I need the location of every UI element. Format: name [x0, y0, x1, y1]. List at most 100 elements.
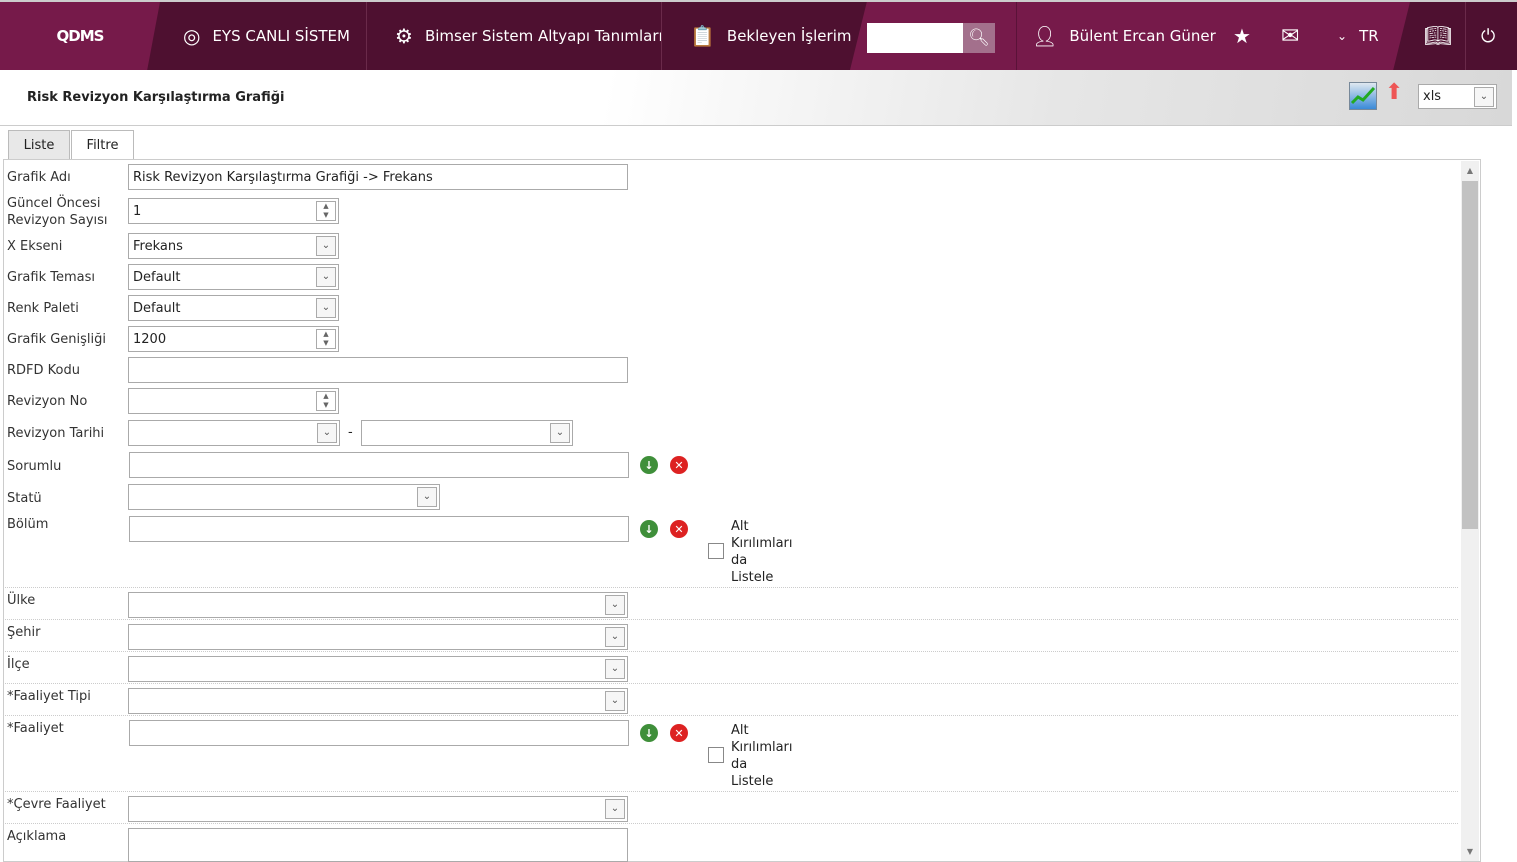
faaliyet-input[interactable]	[129, 720, 629, 746]
label-aciklama: Açıklama	[7, 829, 67, 844]
bolum-input[interactable]	[129, 516, 629, 542]
divider	[366, 2, 367, 70]
select-arrow-down-icon[interactable]: ↓	[640, 520, 658, 538]
revizyon-tarihi-start[interactable]: ⌄	[128, 420, 340, 446]
alt-kirilimlar-label: Alt Kırılımları da Listele	[731, 722, 801, 790]
page-header: Risk Revizyon Karşılaştırma Grafiği ⬆ xl…	[0, 70, 1512, 126]
divider	[1465, 2, 1466, 70]
nav-label: Bekleyen İşlerim	[726, 27, 852, 45]
statu-select[interactable]: ⌄	[128, 484, 440, 510]
label-x-ekseni: X Ekseni	[7, 239, 63, 254]
label-line: Alt	[731, 519, 749, 534]
user-icon: 👤︎	[1032, 24, 1058, 48]
power-icon[interactable]: ⏻	[1481, 2, 1495, 70]
x-ekseni-select[interactable]: Frekans ⌄	[128, 233, 339, 259]
label-guncel-oncesi: Güncel Öncesi Revizyon Sayısı	[7, 195, 108, 229]
export-icon[interactable]: ⬆	[1385, 80, 1403, 105]
chevron-down-icon: ⌄	[317, 423, 337, 443]
label-sehir: Şehir	[7, 625, 41, 640]
spinner-arrows-icon[interactable]: ▲ ▼	[316, 329, 336, 349]
faaliyet-tipi-select[interactable]: ⌄	[128, 688, 628, 714]
qdms-icon: ◎	[183, 24, 201, 48]
select-value: Default	[133, 301, 181, 316]
label-line: Alt	[731, 723, 749, 738]
spinner-arrows-icon[interactable]: ▲ ▼	[316, 201, 336, 221]
tab-liste[interactable]: Liste	[8, 130, 70, 160]
star-icon[interactable]: ★	[1233, 2, 1251, 70]
nav-eys-canli-sistem[interactable]: ◎ EYS CANLI SİSTEM	[183, 2, 350, 70]
lang-label: TR	[1359, 27, 1379, 45]
page-title: Risk Revizyon Karşılaştırma Grafiği	[27, 90, 285, 105]
search-input[interactable]	[867, 23, 963, 53]
grafik-temasi-select[interactable]: Default ⌄	[128, 264, 339, 290]
grafik-genisligi-stepper[interactable]: 1200 ▲ ▼	[128, 326, 339, 352]
chart-icon[interactable]	[1349, 82, 1377, 110]
label-line: Listele	[731, 570, 774, 585]
cevre-faaliyet-select[interactable]: ⌄	[128, 796, 628, 822]
scrollbar-thumb[interactable]	[1462, 181, 1478, 529]
label-grafik-adi: Grafik Adı	[7, 170, 71, 185]
revizyon-sayisi-stepper[interactable]: 1 ▲ ▼	[128, 198, 339, 224]
label-ulke: Ülke	[7, 593, 36, 608]
row-divider	[3, 715, 1458, 716]
nav-label: EYS CANLI SİSTEM	[212, 27, 350, 45]
chevron-down-icon: ⌄	[316, 267, 336, 287]
clear-x-icon[interactable]: ✕	[670, 520, 688, 538]
label-grafik-genisligi: Grafik Genişliği	[7, 332, 107, 347]
select-value: xls	[1423, 89, 1442, 104]
sehir-select[interactable]: ⌄	[128, 624, 628, 650]
select-arrow-down-icon[interactable]: ↓	[640, 724, 658, 742]
grafik-adi-input[interactable]: Risk Revizyon Karşılaştırma Grafiği -> F…	[128, 164, 628, 190]
date-range-separator: -	[348, 425, 353, 440]
nav-label: Bimser Sistem Altyapı Tanımları	[424, 27, 663, 45]
chevron-down-icon: ⌄	[316, 298, 336, 318]
search-icon: 🔍︎	[968, 28, 990, 48]
scroll-up-icon[interactable]: ▲	[1461, 166, 1479, 175]
scroll-down-icon[interactable]: ▼	[1461, 847, 1479, 856]
chevron-down-icon: ⌄	[605, 691, 625, 711]
user-menu[interactable]: 👤︎ Bülent Ercan Güner	[1032, 2, 1216, 70]
chevron-down-icon: ⌄	[1474, 87, 1494, 107]
clear-x-icon[interactable]: ✕	[670, 456, 688, 474]
label-ilce: İlçe	[7, 657, 30, 672]
manual-icon[interactable]: 📖︎	[1424, 2, 1452, 70]
clipboard-icon: 📋	[690, 24, 715, 48]
row-divider	[3, 791, 1458, 792]
spinner-arrows-icon[interactable]: ▲ ▼	[316, 391, 336, 411]
revizyon-tarihi-end[interactable]: ⌄	[361, 420, 573, 446]
rdfd-kodu-input[interactable]	[128, 357, 628, 383]
aciklama-textarea[interactable]	[128, 828, 628, 862]
export-format-select[interactable]: xls ⌄	[1418, 84, 1497, 109]
nav-bekleyen-islerim[interactable]: 📋 Bekleyen İşlerim	[690, 2, 851, 70]
label-line: da	[731, 553, 748, 568]
revizyon-no-stepper[interactable]: ▲ ▼	[128, 388, 339, 414]
ulke-select[interactable]: ⌄	[128, 592, 628, 618]
label-renk-paleti: Renk Paleti	[7, 301, 79, 316]
stepper-value: 1200	[133, 332, 167, 347]
chevron-down-icon: ⌄	[605, 799, 625, 819]
tab-filtre[interactable]: Filtre	[71, 130, 134, 160]
search-button[interactable]: 🔍︎	[963, 23, 995, 53]
row-divider	[3, 651, 1458, 652]
label-revizyon-tarihi: Revizyon Tarihi	[7, 426, 105, 441]
sorumlu-input[interactable]	[129, 452, 629, 478]
language-selector[interactable]: ⌄ TR	[1337, 2, 1379, 70]
select-arrow-down-icon[interactable]: ↓	[640, 456, 658, 474]
label-sorumlu: Sorumlu	[7, 459, 62, 474]
label-statu: Statü	[7, 491, 42, 506]
alt-kirilimlar-checkbox[interactable]	[708, 543, 724, 559]
nav-sistem-altyapi[interactable]: ⚙ Bimser Sistem Altyapı Tanımları	[395, 2, 663, 70]
label-line: Listele	[731, 774, 774, 789]
mail-icon[interactable]: ✉	[1281, 2, 1299, 70]
chevron-down-icon: ⌄	[605, 627, 625, 647]
label-faaliyet: *Faaliyet	[7, 721, 64, 736]
alt-kirilimlar-checkbox[interactable]	[708, 747, 724, 763]
renk-paleti-select[interactable]: Default ⌄	[128, 295, 339, 321]
qdms-logo[interactable]: QDMS	[0, 2, 160, 70]
top-navbar: QDMS ◎ EYS CANLI SİSTEM ⚙ Bimser Sistem Al…	[0, 0, 1517, 70]
clear-x-icon[interactable]: ✕	[670, 724, 688, 742]
ilce-select[interactable]: ⌄	[128, 656, 628, 682]
row-divider	[3, 683, 1458, 684]
label-bolum: Bölüm	[7, 517, 49, 532]
stepper-value: 1	[133, 204, 142, 219]
